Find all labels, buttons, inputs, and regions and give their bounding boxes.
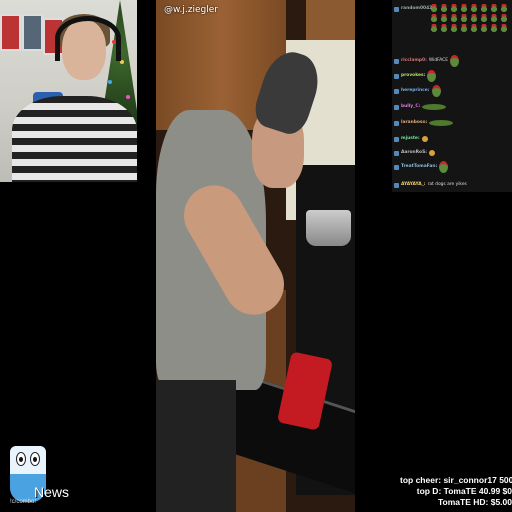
santa-pepe-emote	[480, 14, 488, 22]
source-watermark: @w.j.ziegler	[164, 5, 218, 15]
chat-username[interactable]: AaronRoS:	[401, 150, 427, 155]
santa-pepe-emote	[430, 24, 438, 32]
news-label: News	[34, 484, 70, 500]
wall-frame	[0, 14, 21, 51]
emote-icon	[428, 150, 435, 156]
streamer-webcam	[0, 0, 137, 182]
chat-message: AaronRoS:	[394, 148, 435, 158]
badge-icon	[394, 182, 399, 188]
chat-message: hereprince:	[394, 85, 441, 97]
chat-message: random0042	[394, 4, 432, 14]
chat-username[interactable]: laranboso:	[401, 120, 427, 125]
santa-pepe-emote	[500, 24, 508, 32]
ornament	[126, 95, 130, 99]
badge-icon	[394, 120, 399, 126]
emote-icon	[429, 120, 454, 126]
chat-message: laranboso:	[394, 118, 454, 128]
santa-pepe-emote	[440, 24, 448, 32]
chat-message: bully_C:	[394, 102, 447, 112]
chat-message: mjuste:	[394, 134, 428, 144]
emote-icon	[450, 55, 460, 67]
main-video-feed: @w.j.ziegler	[156, 0, 355, 512]
badge-icon	[394, 150, 399, 156]
chat-message: AYAYAYA_: rat dogs are yikes	[394, 180, 467, 190]
santa-pepe-emote	[440, 4, 448, 12]
badge-icon	[394, 58, 399, 64]
chat-username[interactable]: hereprince:	[401, 88, 430, 93]
santa-pepe-emote	[460, 14, 468, 22]
top-cheer: top cheer: sir_connor17 500	[400, 475, 512, 485]
santa-pepe-emote	[470, 4, 478, 12]
news-subtext: !c/combo!	[10, 499, 37, 505]
badge-icon	[394, 104, 399, 110]
chat-username[interactable]: TreatTomaFan:	[401, 164, 437, 169]
badge-icon	[394, 136, 399, 142]
emote-icon	[427, 70, 437, 82]
santa-pepe-emote	[490, 24, 498, 32]
striped-shirt	[12, 96, 137, 182]
top-hd: TomaTE HD: $5.00	[437, 497, 512, 507]
santa-pepe-emote	[450, 14, 458, 22]
santa-pepe-emote	[480, 24, 488, 32]
eye-icon	[30, 452, 40, 466]
cooking-pot	[306, 210, 351, 246]
santa-pepe-emote	[430, 14, 438, 22]
santa-pepe-emote	[490, 14, 498, 22]
top-donation: top D: TomaTE 40.99 $0	[416, 486, 512, 496]
santa-pepe-emote	[440, 14, 448, 22]
badge-icon	[394, 73, 399, 79]
chat-username[interactable]: bully_C:	[401, 104, 420, 109]
chat-message: provokes:	[394, 70, 437, 82]
chat-panel[interactable]: random0042 ricclamp0: WidFACE provokes: here…	[392, 0, 512, 192]
emote-icon	[422, 104, 447, 110]
wall-frame	[22, 14, 43, 51]
donation-ticker: top cheer: sir_connor17 500 top D: TomaT…	[400, 475, 512, 508]
headset-icon	[55, 16, 121, 61]
chat-username[interactable]: AYAYAYA_:	[401, 182, 426, 187]
chat-username[interactable]: random0042	[401, 6, 432, 11]
cook-pants	[156, 380, 236, 512]
santa-pepe-emote	[490, 4, 498, 12]
santa-pepe-emote	[480, 4, 488, 12]
santa-pepe-emote	[470, 24, 478, 32]
santa-pepe-emote	[460, 24, 468, 32]
badge-icon	[394, 164, 399, 170]
badge-icon	[394, 6, 399, 12]
emote-icon	[431, 85, 441, 97]
chat-username[interactable]: mjuste:	[401, 136, 420, 141]
ornament	[108, 80, 112, 84]
santa-pepe-emote	[500, 14, 508, 22]
santa-pepe-emote	[450, 4, 458, 12]
chat-message: TreatTomaFan:	[394, 161, 449, 173]
chat-text: rat dogs are yikes	[427, 181, 467, 187]
news-overlay: News !c/combo!	[10, 446, 82, 506]
santa-pepe-emote	[500, 4, 508, 12]
santa-pepe-emote	[450, 24, 458, 32]
chat-username[interactable]: ricclamp0:	[401, 58, 427, 63]
emote-icon	[439, 161, 449, 173]
badge-icon	[394, 88, 399, 94]
emote-spam	[430, 4, 510, 33]
eye-icon	[16, 452, 26, 466]
chat-message: ricclamp0: WidFACE	[394, 55, 460, 67]
chat-text: WidFACE	[428, 57, 449, 63]
emote-icon	[421, 136, 428, 142]
santa-pepe-emote	[470, 14, 478, 22]
chat-username[interactable]: provokes:	[401, 73, 425, 78]
santa-pepe-emote	[460, 4, 468, 12]
